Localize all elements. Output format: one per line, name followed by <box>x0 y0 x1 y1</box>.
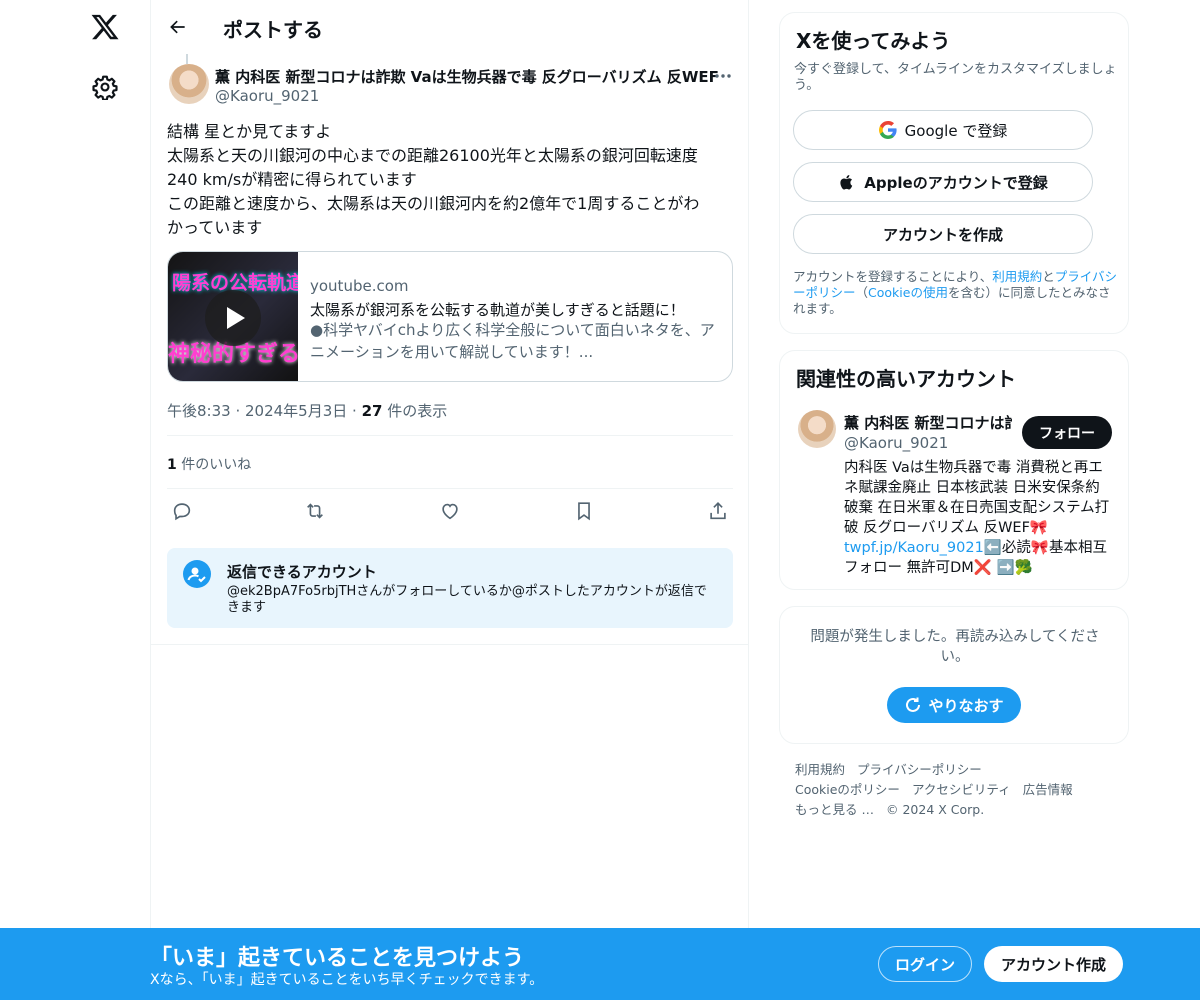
post-author-handle[interactable]: @Kaoru_9021 <box>215 87 319 105</box>
divider <box>167 488 733 489</box>
google-icon <box>878 121 897 139</box>
user-check-icon <box>183 560 211 588</box>
bottom-bar-subtitle: Xなら、「いま」起きていることをいち早くチェックできます。 <box>150 972 544 988</box>
gear-icon[interactable] <box>92 74 118 101</box>
link-card[interactable]: 陽系の公転軌道 神秘的すぎる youtube.com 太陽系が銀河系を公転する軌… <box>167 251 733 382</box>
footer-link-ads[interactable]: 広告情報 <box>1023 782 1073 797</box>
likes-label: 件のいいね <box>176 457 252 473</box>
x-logo-icon[interactable] <box>90 12 120 42</box>
terms-link[interactable]: 利用規約 <box>992 269 1042 284</box>
legal-text: （ <box>855 285 869 300</box>
post-text-line: 太陽系と天の川銀河の中心までの距離26100光年と太陽系の銀河回転速度 <box>167 146 698 165</box>
footer-link-privacy[interactable]: プライバシーポリシー <box>857 762 982 777</box>
footer-link-accessibility[interactable]: アクセシビリティ <box>912 782 1011 797</box>
divider <box>151 644 749 645</box>
likes-count: 1 <box>167 457 177 473</box>
post-text-line: かっています <box>167 218 263 237</box>
footer-link-terms[interactable]: 利用規約 <box>795 762 845 777</box>
footer-link-cookie[interactable]: Cookieのポリシー <box>795 782 900 797</box>
bio-link[interactable]: twpf.jp/Kaoru_9021 <box>844 540 984 556</box>
apple-signup-button[interactable]: Appleのアカウントで登録 <box>793 162 1093 202</box>
play-icon[interactable] <box>205 290 261 346</box>
google-signup-label: Google で登録 <box>904 121 1008 140</box>
related-accounts-panel: 関連性の高いアカウント 薫 内科医 新型コロナは詐欺 Vaは生物兵器で毒 @Ka… <box>779 350 1129 590</box>
reply-icon[interactable] <box>171 500 195 524</box>
views-label: 件の表示 <box>382 402 448 420</box>
reply-restriction-title: 返信できるアカウント <box>227 563 377 581</box>
thread-line <box>186 54 188 64</box>
page-header: ポストする <box>151 0 749 54</box>
error-message: 問題が発生しました。再読み込みしてください。 <box>810 629 1100 665</box>
share-icon[interactable] <box>707 500 731 524</box>
avatar[interactable] <box>798 410 836 448</box>
repost-icon[interactable] <box>304 500 328 524</box>
action-bar <box>167 500 737 524</box>
post-meta: 午後8:33 · 2024年5月3日 · 27 件の表示 <box>167 402 448 420</box>
apple-icon <box>838 173 856 191</box>
more-icon[interactable] <box>713 66 733 86</box>
legal-text: アカウントを登録することにより、 <box>793 269 993 284</box>
bookmark-icon[interactable] <box>573 500 597 524</box>
main-column: ポストする 薫 内科医 新型コロナは詐欺 Vaは生物兵器で毒 反グローバリズム … <box>150 0 749 1000</box>
signup-panel: Xを使ってみよう 今すぐ登録して、タイムラインをカスタマイズしましょう。 Goo… <box>779 12 1129 334</box>
avatar[interactable] <box>169 64 209 104</box>
likes-stat[interactable]: 1 件のいいね <box>167 454 251 474</box>
related-account-bio: 内科医 Vaは生物兵器で毒 消費税と再エネ賦課金廃止 日本核武装 日米安保条約破… <box>844 458 1114 578</box>
bottom-signup-bar: 「いま」起きていることを見つけよう Xなら、「いま」起きていることをいち早くチェ… <box>0 928 1200 1000</box>
apple-signup-label: Appleのアカウントで登録 <box>864 173 1048 192</box>
post-author-name[interactable]: 薫 内科医 新型コロナは詐欺 Vaは生物兵器で毒 反グローバリズム 反WEF <box>215 66 719 87</box>
post-time[interactable]: 午後8:33 <box>167 402 231 420</box>
reply-restriction-box: 返信できるアカウント @ek2BpA7Fo5rbjTHさんがフォローしているか@… <box>167 548 733 628</box>
heart-icon[interactable] <box>439 500 463 524</box>
signup-button[interactable]: アカウント作成 <box>984 946 1123 982</box>
left-nav <box>0 0 150 1000</box>
bio-text: 内科医 Vaは生物兵器で毒 消費税と再エネ賦課金廃止 日本核武装 日米安保条約破… <box>844 460 1110 536</box>
follow-button[interactable]: フォロー <box>1022 416 1112 449</box>
video-thumbnail[interactable]: 陽系の公転軌道 神秘的すぎる <box>168 252 298 381</box>
card-title: 太陽系が銀河系を公転する軌道が美しすぎると話題に！ <box>310 301 685 319</box>
post-text-line: 240 km/sが精密に得られています <box>167 170 417 189</box>
signup-subtitle: 今すぐ登録して、タイムラインをカスタマイズしましょう。 <box>794 62 1117 93</box>
bottom-bar-title: 「いま」起きていることを見つけよう <box>150 946 525 971</box>
arrow-left-icon[interactable] <box>165 14 191 40</box>
legal-text: と <box>1042 269 1055 284</box>
related-account-name[interactable]: 薫 内科医 新型コロナは詐欺 Vaは生物兵器で毒 <box>844 412 1012 433</box>
post-text-line: 結構 星とか見てますよ <box>167 122 332 141</box>
refresh-icon <box>904 696 922 714</box>
signup-title: Xを使ってみよう <box>796 29 951 53</box>
related-account-handle[interactable]: @Kaoru_9021 <box>844 434 948 452</box>
post-text: 結構 星とか見てますよ 太陽系と天の川銀河の中心までの距離26100光年と太陽系… <box>167 120 737 240</box>
create-account-button[interactable]: アカウントを作成 <box>793 214 1093 254</box>
page-title: ポストする <box>223 18 323 42</box>
error-panel: 問題が発生しました。再読み込みしてください。 やりなおす <box>779 606 1129 744</box>
card-description: ●科学ヤバイchより広く科学全般について面白いネタを、アニメーションを用いて解説… <box>310 321 715 361</box>
login-button[interactable]: ログイン <box>878 946 972 982</box>
reply-restriction-text: @ek2BpA7Fo5rbjTHさんがフォローしているか@ポストしたアカウントが… <box>227 584 707 615</box>
footer-copyright: © 2024 X Corp. <box>885 802 985 817</box>
retry-label: やりなおす <box>928 696 1004 715</box>
views-count: 27 <box>361 402 383 420</box>
post-text-line: この距離と速度から、太陽系は天の川銀河内を約2億年で1周することがわ <box>167 194 700 213</box>
create-account-label: アカウントを作成 <box>882 225 1003 244</box>
related-title: 関連性の高いアカウント <box>796 367 1016 391</box>
footer-links: 利用規約 プライバシーポリシー Cookieのポリシー アクセシビリティ 広告情報 も… <box>795 760 1125 820</box>
post-date[interactable]: 2024年5月3日 <box>245 402 347 420</box>
footer-link-more[interactable]: もっと見る … <box>795 802 874 817</box>
divider <box>167 435 733 436</box>
cookie-link[interactable]: Cookieの使用 <box>868 285 948 300</box>
card-domain: youtube.com <box>310 277 409 295</box>
retry-button[interactable]: やりなおす <box>887 687 1021 723</box>
google-signup-button[interactable]: Google で登録 <box>793 110 1093 150</box>
signup-legal-text: アカウントを登録することにより、利用規約とプライバシーポリシー（Cookieの使… <box>793 269 1119 317</box>
